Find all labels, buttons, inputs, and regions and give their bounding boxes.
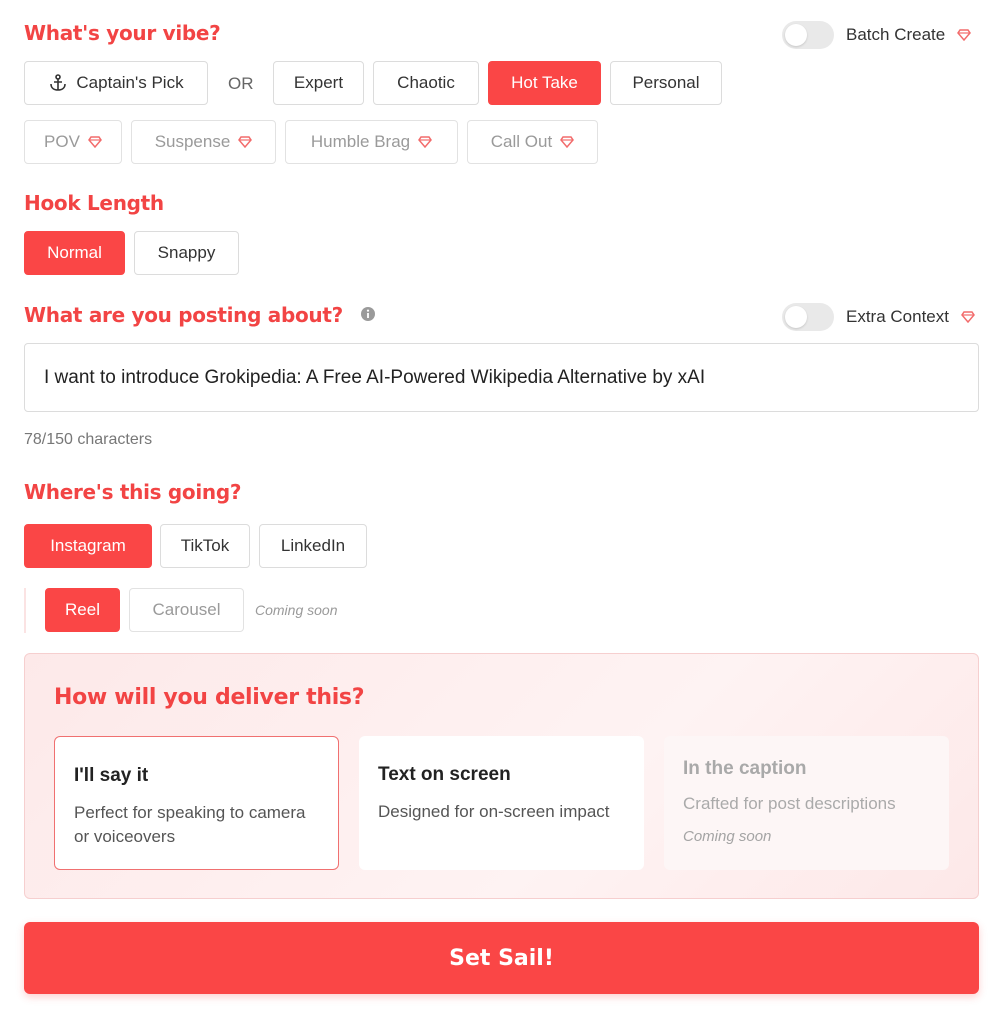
premium-gem-icon [418, 136, 433, 148]
batch-create-toggle[interactable] [782, 21, 834, 49]
vibe-option-chaotic[interactable]: Chaotic [373, 61, 479, 105]
premium-gem-icon [961, 311, 975, 323]
premium-gem-icon [238, 136, 253, 148]
card-title: Text on screen [378, 764, 511, 785]
pov-label: POV [44, 132, 80, 151]
vibe-option-hot-take[interactable]: Hot Take [488, 61, 601, 105]
premium-gem-icon [957, 29, 972, 41]
character-count: 78/150 characters [24, 431, 153, 448]
delivery-title: How will you deliver this? [54, 685, 365, 710]
vibe-title: What's your vibe? [24, 21, 221, 45]
card-title: I'll say it [74, 765, 149, 786]
info-icon[interactable] [360, 306, 376, 322]
card-description: Perfect for speaking to camera or voiceo… [74, 803, 306, 846]
hook-length-snappy[interactable]: Snappy [134, 231, 239, 275]
extra-context-toggle-group: Extra Context [782, 303, 975, 331]
humble-brag-label: Humble Brag [310, 132, 411, 151]
format-carousel[interactable]: Carousel [129, 588, 244, 632]
vibe-option-suspense[interactable]: Suspense [131, 120, 276, 164]
delivery-panel: How will you deliver this? I'll say it P… [24, 653, 979, 899]
batch-create-toggle-group: Batch Create [782, 21, 972, 49]
card-description: Crafted for post descriptions [683, 794, 896, 813]
vibe-option-personal[interactable]: Personal [610, 61, 722, 105]
topic-input[interactable]: I want to introduce Grokipedia: A Free A… [24, 343, 979, 412]
vibe-option-humble-brag[interactable]: Humble Brag [285, 120, 458, 164]
format-reel[interactable]: Reel [45, 588, 120, 632]
suspense-label: Suspense [154, 132, 231, 151]
platform-linkedin[interactable]: LinkedIn [259, 524, 367, 568]
platform-tiktok[interactable]: TikTok [160, 524, 250, 568]
destination-title: Where's this going? [24, 480, 242, 504]
coming-soon-note: Coming soon [683, 828, 772, 845]
delivery-card-say-it[interactable]: I'll say it Perfect for speaking to came… [54, 736, 339, 870]
anchor-icon [50, 74, 67, 91]
vibe-option-pov[interactable]: POV [24, 120, 122, 164]
extra-context-label: Extra Context [846, 307, 949, 326]
batch-create-label: Batch Create [846, 25, 946, 44]
premium-gem-icon [88, 136, 102, 148]
format-indent-bar [24, 588, 26, 633]
platform-instagram[interactable]: Instagram [24, 524, 152, 568]
posting-title: What are you posting about? [24, 303, 343, 327]
card-description: Designed for on-screen impact [378, 802, 610, 821]
set-sail-button[interactable]: Set Sail! [24, 922, 979, 994]
captains-pick-label: Captain's Pick [76, 73, 184, 92]
coming-soon-note: Coming soon [255, 602, 338, 618]
call-out-label: Call Out [490, 132, 553, 151]
delivery-card-in-caption[interactable]: In the caption Crafted for post descript… [664, 736, 949, 870]
vibe-option-call-out[interactable]: Call Out [467, 120, 598, 164]
or-divider-text: OR [228, 74, 254, 93]
captains-pick-button[interactable]: Captain's Pick [24, 61, 208, 105]
hook-length-normal[interactable]: Normal [24, 231, 125, 275]
toggle-knob [785, 306, 807, 328]
toggle-knob [785, 24, 807, 46]
vibe-option-expert[interactable]: Expert [273, 61, 364, 105]
delivery-card-text-on-screen[interactable]: Text on screen Designed for on-screen im… [359, 736, 644, 870]
hook-length-title: Hook Length [24, 191, 164, 215]
card-title: In the caption [683, 758, 807, 779]
extra-context-toggle[interactable] [782, 303, 834, 331]
premium-gem-icon [560, 136, 575, 148]
